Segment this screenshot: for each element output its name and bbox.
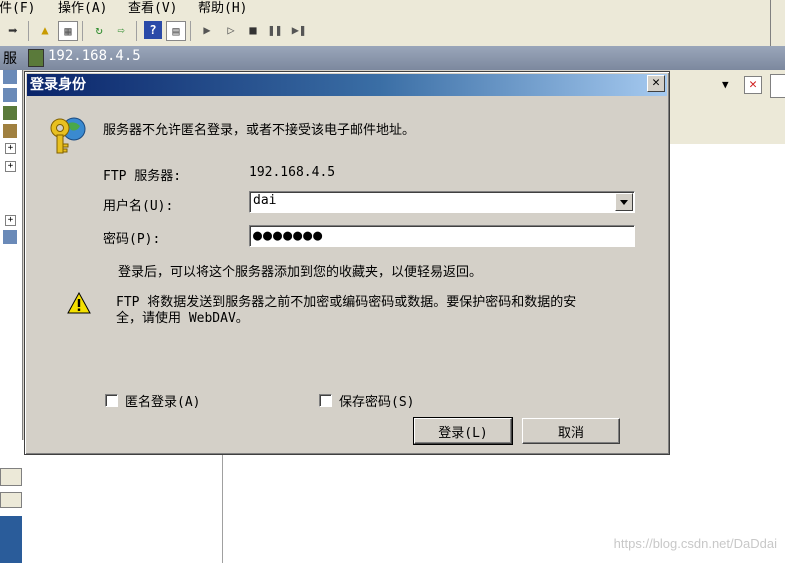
search-field[interactable] (770, 74, 785, 98)
password-label: 密码(P): (103, 232, 161, 247)
ftp-server-value: 192.168.4.5 (249, 165, 336, 180)
message-text: 服务器不允许匿名登录，或者不接受该电子邮件地址。 (103, 123, 416, 138)
content-toolbar: ▼ ✕ (670, 70, 785, 144)
forward-arrow-icon[interactable]: ➡ (4, 21, 22, 40)
close-icon[interactable]: ✕ (647, 75, 665, 92)
refresh-icon[interactable]: ↻ (90, 21, 108, 39)
network-icon (3, 230, 17, 244)
play-icon[interactable]: ▷ (222, 21, 240, 39)
save-password-checkbox[interactable] (319, 394, 332, 407)
expand-icon[interactable]: + (5, 143, 16, 154)
expand-icon[interactable]: + (5, 161, 16, 172)
watermark-text: https://blog.csdn.net/DaDdai (613, 536, 777, 551)
login-button[interactable]: 登录(L) (413, 417, 513, 445)
password-field[interactable]: ●●●●●●● (249, 225, 635, 247)
site-icon (3, 106, 17, 120)
ftp-site-icon (28, 49, 44, 67)
toolbar-separator (190, 21, 191, 41)
folder-icon (3, 124, 17, 138)
favorites-note: 登录后，可以将这个服务器添加到您的收藏夹，以便轻易返回。 (118, 265, 483, 280)
username-value: dai (253, 193, 277, 208)
menu-bar: 文件(F) 操作(A) 查看(V) 帮助(H) (0, 0, 770, 16)
tree-pane-lower (22, 440, 223, 563)
dialog-title: 登录身份 (27, 74, 667, 96)
password-mask: ●●●●●●● (253, 226, 324, 244)
menu-help[interactable]: 帮助(H) (198, 0, 247, 16)
key-globe-icon (47, 114, 87, 156)
anonymous-label: 匿名登录(A) (125, 395, 201, 410)
up-folder-icon[interactable]: ▲ (36, 21, 54, 39)
show-tree-icon[interactable]: ▦ (58, 21, 78, 41)
warning-line-2: 全，请使用 WebDAV。 (116, 311, 249, 326)
chevron-down-icon[interactable] (615, 193, 633, 211)
anonymous-checkbox[interactable] (105, 394, 118, 407)
toolbar-separator (82, 21, 83, 41)
properties-icon[interactable]: ▤ (166, 21, 186, 41)
dropdown-arrow-icon[interactable]: ▼ (722, 78, 729, 91)
toolbar: ➡ ▲ ▦ ↻ ⇨ ? ▤ ▶ ▷ ■ ❚❚ ▶❚ (0, 16, 770, 47)
save-password-label: 保存密码(S) (339, 395, 415, 410)
window-edge (770, 0, 785, 46)
username-combobox[interactable]: dai (249, 191, 635, 213)
status-box (0, 468, 22, 486)
username-label: 用户名(U): (103, 199, 174, 214)
help-icon[interactable]: ? (144, 21, 162, 39)
menu-file[interactable]: 文件(F) (0, 0, 35, 16)
menu-view[interactable]: 查看(V) (128, 0, 177, 16)
toolbar-separator (28, 21, 29, 41)
address-text: 192.168.4.5 (48, 48, 141, 64)
toolbar-separator (136, 21, 137, 41)
restart-icon[interactable]: ▶❚ (290, 21, 308, 39)
delete-icon[interactable]: ✕ (744, 76, 762, 94)
menu-action[interactable]: 操作(A) (58, 0, 107, 16)
expand-icon[interactable]: + (5, 215, 16, 226)
taskbar-strip (0, 516, 22, 563)
address-titlebar: 192.168.4.5 (0, 46, 785, 70)
export-icon[interactable]: ⇨ (112, 21, 130, 39)
left-tree-pane[interactable]: 服 + + + (0, 51, 23, 563)
pause-icon[interactable]: ❚❚ (266, 21, 284, 39)
server-icon (3, 88, 17, 102)
warning-icon (67, 291, 91, 314)
stop-icon[interactable]: ■ (244, 21, 262, 39)
server-icon (3, 70, 17, 84)
ftp-server-label: FTP 服务器: (103, 169, 182, 184)
play-icon[interactable]: ▶ (198, 21, 216, 39)
left-pane-label: 服 (3, 51, 17, 67)
cancel-button[interactable]: 取消 (522, 418, 620, 444)
status-box (0, 492, 22, 508)
login-dialog: 登录身份 ✕ 服务器不允许匿名登录，或者不接受该电子邮件地址。 FTP 服务器:… (24, 71, 670, 455)
